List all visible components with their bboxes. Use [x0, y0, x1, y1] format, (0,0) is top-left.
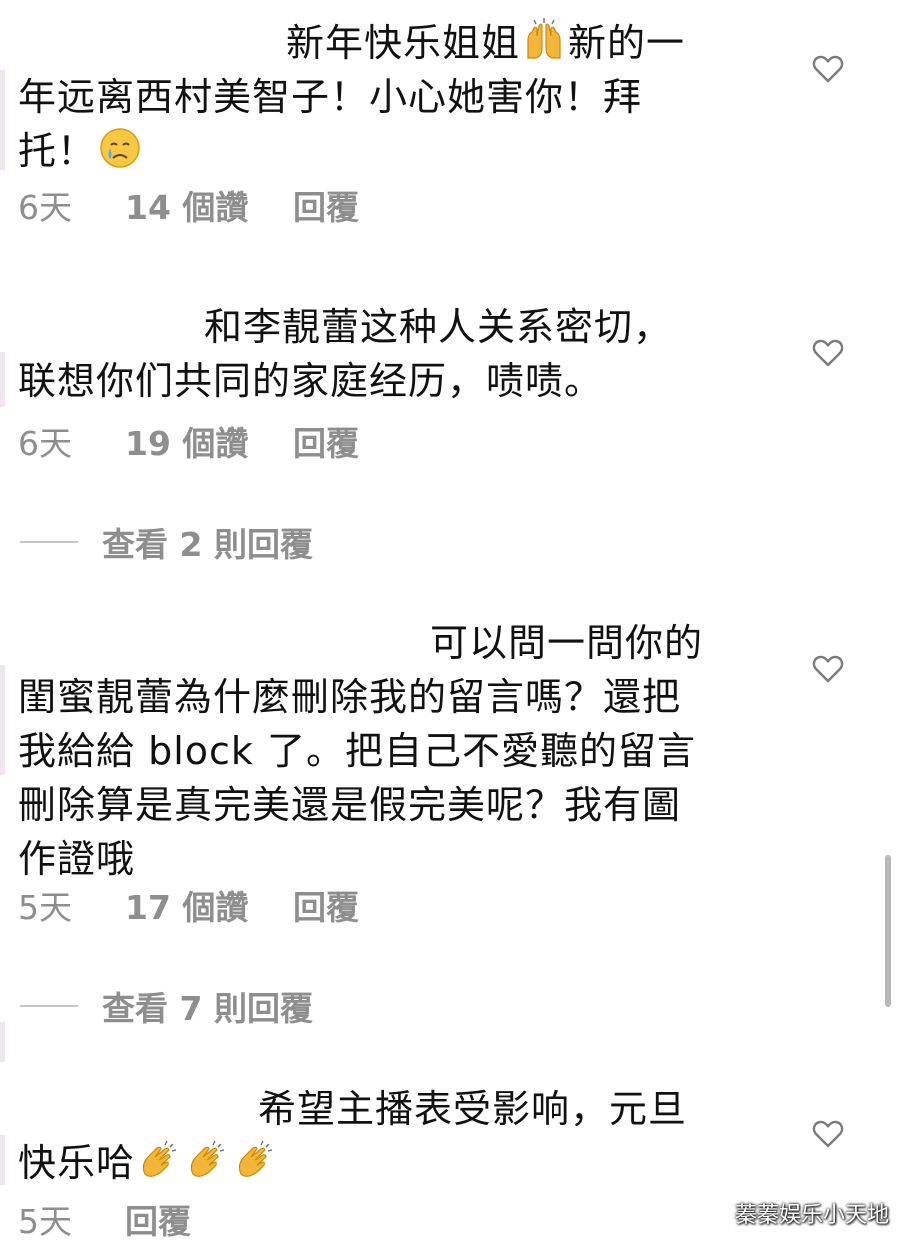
comment-2-rest: 联想你们共同的家庭经历，啧啧。: [18, 359, 604, 403]
quote-marker: [0, 665, 5, 775]
view-replies-button[interactable]: 查看 7 則回覆: [20, 984, 313, 1028]
watermark-text: 蓁蓁娱乐小天地: [734, 1203, 889, 1228]
view-replies-label: 查看 2 則回覆: [102, 525, 313, 564]
quote-marker: [0, 352, 5, 407]
comment-3-meta: 5天 17 個讚 回覆: [18, 886, 359, 930]
comment-2-text: 和李靚蕾这种人关系密切， 联想你们共同的家庭经历，啧啧。: [18, 300, 758, 408]
clapping-hands-icon: [233, 1138, 277, 1182]
heart-outline-icon: [812, 339, 844, 367]
heart-outline-icon: [812, 1120, 844, 1148]
comment-age: 6天: [18, 424, 72, 463]
heart-outline-icon: [812, 55, 844, 83]
like-button[interactable]: [811, 1117, 845, 1151]
comment-1-line1-tail: 新的一: [568, 21, 686, 65]
comment-1-meta: 6天 14 個讚 回覆: [18, 186, 359, 230]
comments-page: 新年快乐姐姐 新的一 年远离西村美智子！小心她害你！拜 托！ 6天 14 個讚 回…: [0, 0, 901, 1243]
divider-line: [20, 1005, 78, 1007]
like-button[interactable]: [811, 336, 845, 370]
comment-age: 5天: [18, 1202, 72, 1241]
clapping-hands-icon: [137, 1138, 181, 1182]
reply-button[interactable]: 回覆: [293, 186, 359, 230]
comment-4-meta: 5天 回覆: [18, 1200, 191, 1243]
comment-3-line1: 可以問一問你的: [430, 621, 704, 665]
reply-button[interactable]: 回覆: [293, 422, 359, 466]
quote-marker: [0, 1135, 5, 1185]
like-count[interactable]: 17 個讚: [125, 886, 293, 930]
quote-marker: [0, 1022, 5, 1062]
reply-button[interactable]: 回覆: [125, 1200, 191, 1243]
scrollbar[interactable]: [885, 855, 891, 1007]
raising-hands-icon: [522, 18, 566, 62]
like-count[interactable]: 14 個讚: [125, 186, 293, 230]
comment-1-line1: 新年快乐姐姐: [286, 21, 521, 65]
like-count[interactable]: 19 個讚: [125, 422, 293, 466]
reply-button[interactable]: 回覆: [293, 886, 359, 930]
divider-line: [20, 541, 78, 543]
crying-face-icon: [98, 126, 142, 170]
comment-2-line1: 和李靚蕾这种人关系密切，: [204, 305, 673, 349]
comment-1-text: 新年快乐姐姐 新的一 年远离西村美智子！小心她害你！拜 托！: [18, 16, 758, 178]
comment-age: 6天: [18, 188, 72, 227]
comment-2-meta: 6天 19 個讚 回覆: [18, 422, 359, 466]
like-button[interactable]: [811, 652, 845, 686]
like-button[interactable]: [811, 52, 845, 86]
quote-marker: [0, 70, 5, 170]
view-replies-label: 查看 7 則回覆: [102, 989, 313, 1028]
comment-3-text: 可以問一問你的 閨蜜靚蕾為什麼刪除我的留言嗎？還把 我給給 block 了。把自…: [18, 616, 758, 886]
comment-4-line1: 希望主播表受影响，元旦: [258, 1087, 688, 1131]
comment-3-rest: 閨蜜靚蕾為什麼刪除我的留言嗎？還把 我給給 block 了。把自己不愛聽的留言 …: [18, 675, 696, 881]
comment-age: 5天: [18, 888, 72, 927]
view-replies-button[interactable]: 查看 2 則回覆: [20, 520, 313, 564]
heart-outline-icon: [812, 655, 844, 683]
comment-4-rest: 快乐哈: [18, 1141, 136, 1185]
clapping-hands-icon: [185, 1138, 229, 1182]
comment-4-text: 希望主播表受影响，元旦 快乐哈: [18, 1082, 758, 1190]
